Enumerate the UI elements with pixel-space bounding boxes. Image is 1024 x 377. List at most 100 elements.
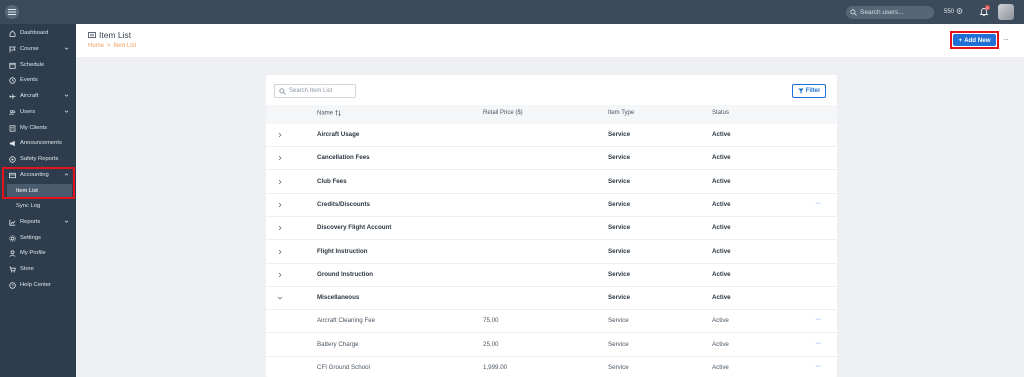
- sidebar-item-label: Course: [20, 46, 39, 52]
- user-search-input[interactable]: Search users...: [846, 6, 934, 19]
- hamburger-icon: [8, 9, 16, 15]
- sidebar-item-schedule[interactable]: Schedule: [0, 58, 76, 72]
- chevron-down-icon: [64, 94, 69, 97]
- sidebar-item-help-center[interactable]: ? Help Center: [0, 278, 76, 292]
- chevron-right-icon[interactable]: [277, 249, 283, 255]
- row-more-icon[interactable]: ···: [815, 200, 821, 207]
- location-pin-icon: [956, 8, 963, 14]
- sidebar-item-label: Safety Reports: [20, 156, 59, 162]
- breadcrumb-home[interactable]: Home: [88, 43, 104, 49]
- item-status: Active: [712, 317, 729, 325]
- sidebar-item-reports[interactable]: Reports: [0, 215, 76, 229]
- sidebar-item-my-profile[interactable]: My Profile: [0, 246, 76, 260]
- users-icon: [9, 109, 16, 116]
- sidebar-item-label: Reports: [20, 219, 41, 225]
- sidebar-item-users[interactable]: Users: [0, 105, 76, 119]
- sort-icon[interactable]: [335, 110, 341, 116]
- user-icon: [9, 249, 16, 257]
- breadcrumb-current: Item List: [113, 43, 137, 49]
- item-name[interactable]: CFI Ground School: [317, 364, 370, 371]
- item-name[interactable]: Cancellation Fees: [317, 154, 370, 161]
- cart-icon: [9, 266, 16, 273]
- sidebar-item-dashboard[interactable]: Dashboard: [0, 26, 76, 40]
- chevron-right-icon[interactable]: [277, 132, 283, 138]
- sidebar-item-label: My Profile: [20, 250, 46, 256]
- gear-icon: [9, 234, 16, 242]
- item-status: Active: [712, 247, 731, 255]
- item-name[interactable]: Discovery Flight Account: [317, 224, 391, 231]
- accounting-highlight-box: [2, 167, 75, 199]
- column-header-name[interactable]: Name: [317, 110, 341, 117]
- clock-icon: [9, 76, 16, 84]
- item-name[interactable]: Miscellaneous: [317, 294, 359, 301]
- sidebar-item-label: Events: [20, 77, 38, 83]
- chevron-right-icon[interactable]: [277, 179, 283, 185]
- item-name[interactable]: Aircraft Cleaning Fee: [317, 317, 375, 324]
- sidebar-item-events[interactable]: Events: [0, 73, 76, 87]
- row-more-icon[interactable]: ···: [815, 316, 821, 323]
- filter-icon: [797, 88, 804, 94]
- table-row[interactable]: [266, 171, 837, 194]
- svg-text:?: ?: [11, 283, 14, 288]
- help-icon: ?: [9, 281, 16, 289]
- item-type: Service: [608, 364, 629, 371]
- sidebar-item-announcements[interactable]: Announcements: [0, 136, 76, 150]
- item-price: 1,999.00: [483, 364, 508, 371]
- chevron-right-icon[interactable]: [277, 272, 283, 278]
- item-name[interactable]: Flight Instruction: [317, 248, 368, 255]
- credits-value: 550: [944, 8, 955, 15]
- item-search-input[interactable]: Search Item List: [274, 84, 356, 98]
- shield-icon: [9, 155, 16, 163]
- item-status: Active: [712, 340, 729, 348]
- item-search-placeholder: Search Item List: [289, 88, 333, 94]
- more-options-icon[interactable]: ···: [1003, 35, 1009, 44]
- megaphone-icon: [9, 140, 16, 147]
- column-header-price: Retail Price ($): [483, 110, 523, 116]
- avatar[interactable]: [998, 4, 1014, 20]
- item-name[interactable]: Battery Charge: [317, 341, 359, 348]
- item-price: 75.00: [483, 317, 499, 325]
- item-status: Active: [712, 131, 731, 138]
- chevron-down-icon[interactable]: [277, 295, 283, 301]
- table-header: [266, 105, 837, 124]
- sidebar-item-label: Settings: [20, 235, 41, 241]
- column-header-status: Status: [712, 110, 730, 116]
- item-name[interactable]: Credits/Discounts: [317, 201, 370, 208]
- sidebar-item-label: Help Center: [20, 282, 51, 288]
- notification-badge: 4: [985, 5, 990, 10]
- sidebar-item-label: Schedule: [20, 62, 45, 68]
- filter-button[interactable]: Filter: [792, 84, 826, 98]
- sidebar-item-my-clients[interactable]: My Clients: [0, 121, 76, 135]
- item-name[interactable]: Club Fees: [317, 178, 347, 185]
- item-name[interactable]: Ground Instruction: [317, 271, 373, 278]
- row-more-icon[interactable]: ···: [815, 363, 821, 370]
- user-search-placeholder: Search users...: [860, 9, 904, 16]
- item-status: Active: [712, 224, 731, 232]
- sidebar-item-label: My Clients: [20, 125, 48, 131]
- sidebar-item-settings[interactable]: Settings: [0, 231, 76, 245]
- chevron-right-icon[interactable]: [277, 155, 283, 161]
- item-price: 25.00: [483, 340, 499, 348]
- sidebar-item-label: Users: [20, 109, 36, 115]
- item-type: Service: [608, 131, 631, 138]
- breadcrumb-separator: >: [107, 43, 111, 49]
- row-more-icon[interactable]: ···: [815, 340, 821, 347]
- sidebar-item-aircraft[interactable]: Aircraft: [0, 89, 76, 103]
- menu-toggle-button[interactable]: [5, 5, 19, 19]
- flag-icon: [9, 46, 16, 53]
- clients-icon: [9, 124, 16, 132]
- item-status: Active: [712, 200, 731, 208]
- chevron-down-icon: [64, 47, 69, 50]
- sidebar-item-label: Dashboard: [20, 30, 49, 36]
- item-type: Service: [608, 177, 631, 185]
- chevron-right-icon[interactable]: [277, 202, 283, 208]
- sidebar-item-course[interactable]: Course: [0, 42, 76, 56]
- chevron-right-icon[interactable]: [277, 225, 283, 231]
- sidebar-item-store[interactable]: Store: [0, 262, 76, 276]
- item-name[interactable]: Aircraft Usage: [317, 131, 359, 138]
- add-new-highlight-box: [950, 31, 999, 49]
- credits-indicator[interactable]: 550: [944, 8, 963, 15]
- chart-icon: [9, 219, 16, 226]
- sidebar-item-safety-reports[interactable]: Safety Reports: [0, 152, 76, 166]
- sidebar-item-sync-log[interactable]: Sync Log: [0, 199, 76, 213]
